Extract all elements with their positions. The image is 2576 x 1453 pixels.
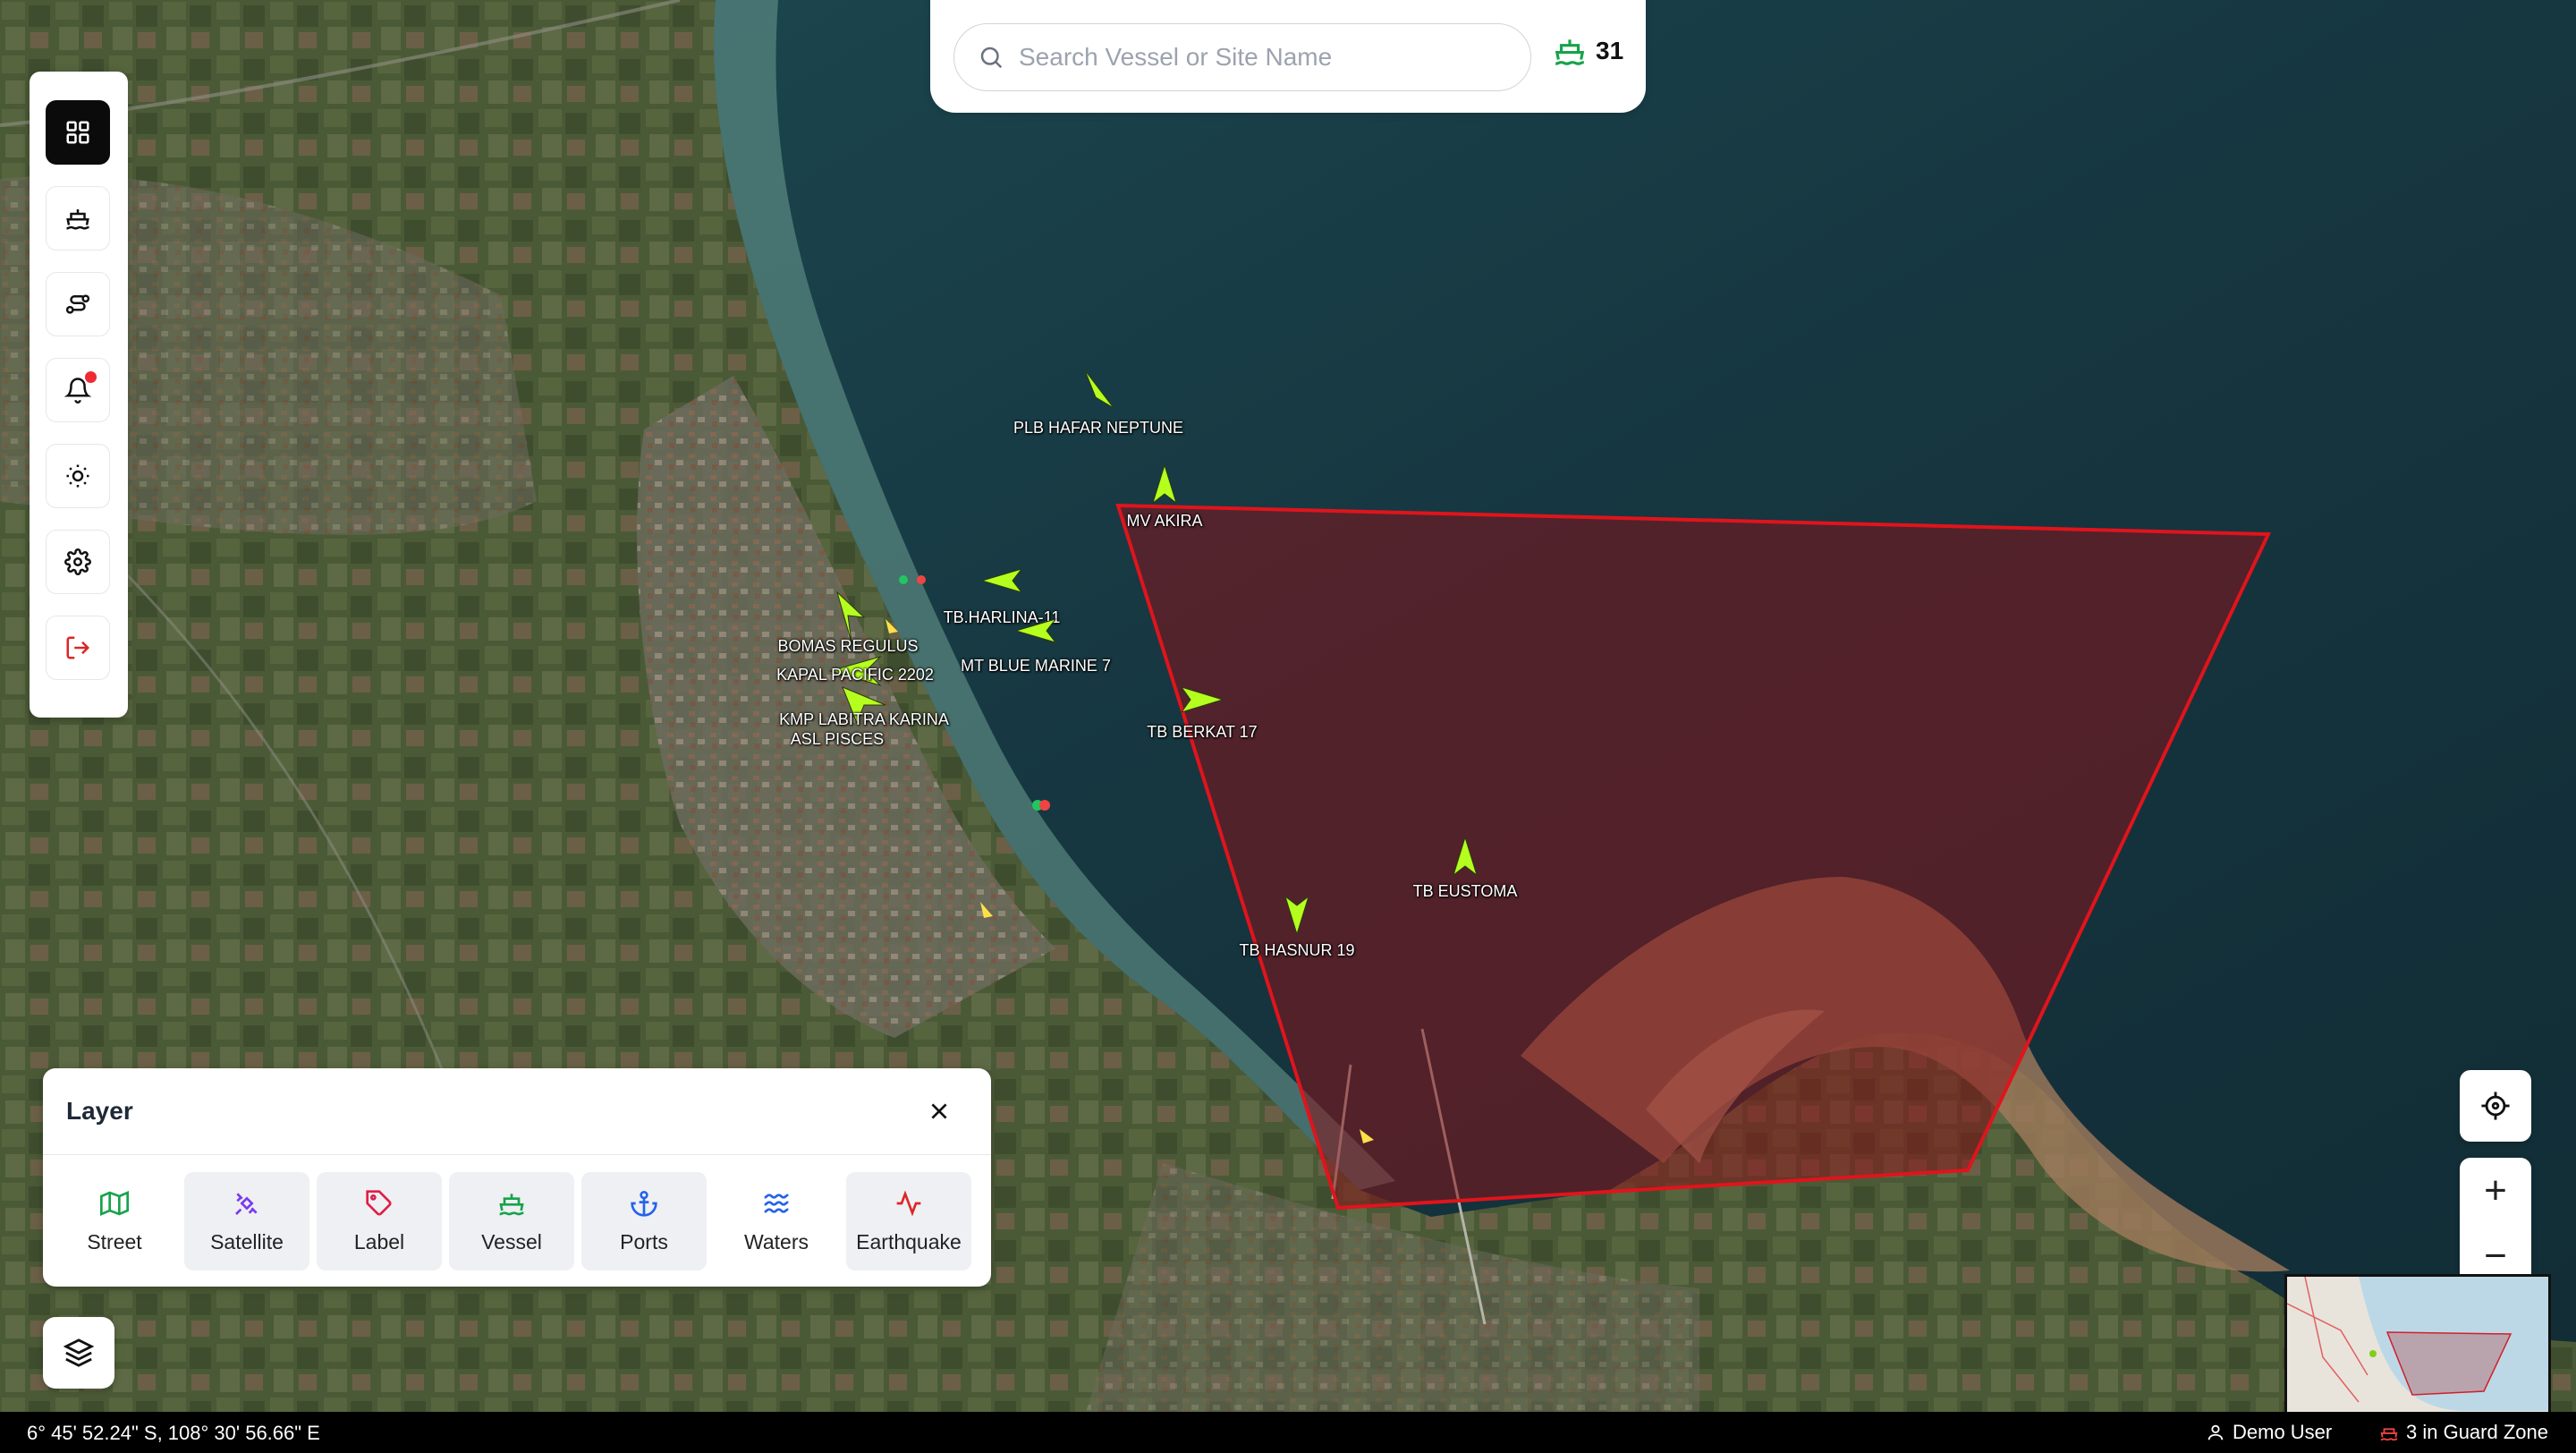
vessel-marker[interactable]: MV AKIRA xyxy=(1126,463,1203,530)
divider xyxy=(43,1154,991,1155)
vessel-marker[interactable]: KMP LABITRA KARINA xyxy=(779,684,949,729)
ship-icon xyxy=(1555,39,1585,65)
satellite-icon xyxy=(235,1192,258,1215)
vessel-marker[interactable]: TB BERKAT 17 xyxy=(1147,685,1258,741)
vessel-count[interactable]: 31 xyxy=(1553,34,1623,68)
zoom-controls: + − xyxy=(2460,1158,2531,1288)
vessel-label: MT BLUE MARINE 7 xyxy=(961,657,1111,675)
gear-icon xyxy=(64,548,91,575)
layer-option-satellite[interactable]: Satellite xyxy=(184,1172,309,1270)
ship-icon xyxy=(2380,1428,2398,1441)
vessel-marker: ASL PISCES xyxy=(791,716,884,748)
layer-panel: Layer Street Satellite Label Vessel Port… xyxy=(43,1068,991,1287)
vessel-label: TB HASNUR 19 xyxy=(1239,941,1355,959)
status-bar: 6° 45' 52.24" S, 108° 30' 56.66" E Demo … xyxy=(0,1412,2576,1453)
zoom-in-button[interactable]: + xyxy=(2460,1158,2531,1223)
layer-option-label: Satellite xyxy=(210,1229,284,1253)
search-box[interactable] xyxy=(953,23,1531,91)
vessel-marker[interactable]: TB EUSTOMA xyxy=(1413,836,1517,900)
close-icon xyxy=(931,1103,947,1119)
brightness-button[interactable] xyxy=(46,444,110,508)
vessel-label: TB BERKAT 17 xyxy=(1147,723,1258,741)
left-toolbar xyxy=(30,72,128,718)
vessel-label: KAPAL PACIFIC 2202 xyxy=(776,666,934,684)
vessel-label: PLB HAFAR NEPTUNE xyxy=(1013,419,1184,437)
route-button[interactable] xyxy=(46,272,110,336)
ship-icon xyxy=(499,1193,524,1215)
vessel-label: KMP LABITRA KARINA xyxy=(779,710,949,728)
layer-option-label: Vessel xyxy=(481,1229,542,1253)
crosshair-icon xyxy=(2481,1092,2510,1120)
route-icon xyxy=(65,294,90,314)
layer-option-label: Waters xyxy=(744,1229,809,1253)
vessel-marker[interactable]: MT BLUE MARINE 7 xyxy=(961,617,1111,675)
guard-zone-status[interactable]: 3 in Guard Zone xyxy=(2379,1421,2548,1444)
map-icon xyxy=(100,1190,129,1216)
waves-icon xyxy=(764,1193,789,1213)
activity-icon xyxy=(896,1190,921,1216)
layer-option-label: Label xyxy=(353,1229,405,1253)
vessel-marker[interactable]: TB.HARLINA-11 xyxy=(944,567,1060,626)
search-icon xyxy=(980,47,1003,69)
layer-panel-title: Layer xyxy=(66,1097,133,1125)
settings-button[interactable] xyxy=(46,530,110,594)
vessel-marker[interactable]: TB HASNUR 19 xyxy=(1239,895,1355,959)
notifications-button[interactable] xyxy=(46,358,110,422)
layers-icon xyxy=(64,1338,94,1367)
vessel-button[interactable] xyxy=(46,186,110,251)
user-info[interactable]: Demo User xyxy=(2206,1421,2332,1444)
layer-option-waters[interactable]: Waters xyxy=(714,1172,839,1270)
anchor-icon xyxy=(631,1190,657,1217)
search-panel: 31 xyxy=(930,0,1646,113)
tag-icon xyxy=(366,1189,392,1216)
vessel-marker[interactable]: BOMAS REGULUS xyxy=(777,591,919,655)
layer-option-ports[interactable]: Ports xyxy=(581,1172,707,1270)
logout-icon xyxy=(66,636,90,659)
locate-button[interactable] xyxy=(2460,1070,2531,1142)
grid-icon xyxy=(66,121,89,144)
vessel-marker[interactable]: PLB HAFAR NEPTUNE xyxy=(1013,369,1183,437)
ship-icon xyxy=(66,209,89,230)
notification-dot xyxy=(85,371,97,383)
layer-option-label: Earthquake xyxy=(856,1229,962,1253)
vessel-count-value: 31 xyxy=(1596,37,1624,64)
vessel-label: TB EUSTOMA xyxy=(1412,882,1518,900)
vessel-label: ASL PISCES xyxy=(790,730,885,748)
layer-option-earthquake[interactable]: Earthquake xyxy=(846,1172,971,1270)
guard-zone-count: 3 in Guard Zone xyxy=(2406,1421,2548,1443)
logout-button[interactable] xyxy=(46,616,110,680)
layer-option-street[interactable]: Street xyxy=(52,1172,177,1270)
layer-option-label: Ports xyxy=(620,1229,668,1253)
dashboard-button[interactable] xyxy=(46,100,110,165)
cursor-coordinates: 6° 45' 52.24" S, 108° 30' 56.66" E xyxy=(27,1422,320,1444)
search-input[interactable] xyxy=(1017,42,1504,72)
user-icon xyxy=(2207,1424,2224,1440)
layer-option-label: Street xyxy=(87,1229,142,1253)
layer-option-vessel[interactable]: Vessel xyxy=(449,1172,574,1270)
layer-options: Street Satellite Label Vessel Ports Wate… xyxy=(52,1172,971,1270)
vessel-label: MV AKIRA xyxy=(1126,512,1203,530)
layers-toggle-button[interactable] xyxy=(43,1317,114,1389)
layer-option-label[interactable]: Label xyxy=(317,1172,442,1270)
close-button[interactable] xyxy=(923,1095,955,1127)
sun-icon xyxy=(66,464,89,488)
minimap[interactable] xyxy=(2284,1274,2551,1428)
user-name: Demo User xyxy=(2233,1421,2333,1443)
